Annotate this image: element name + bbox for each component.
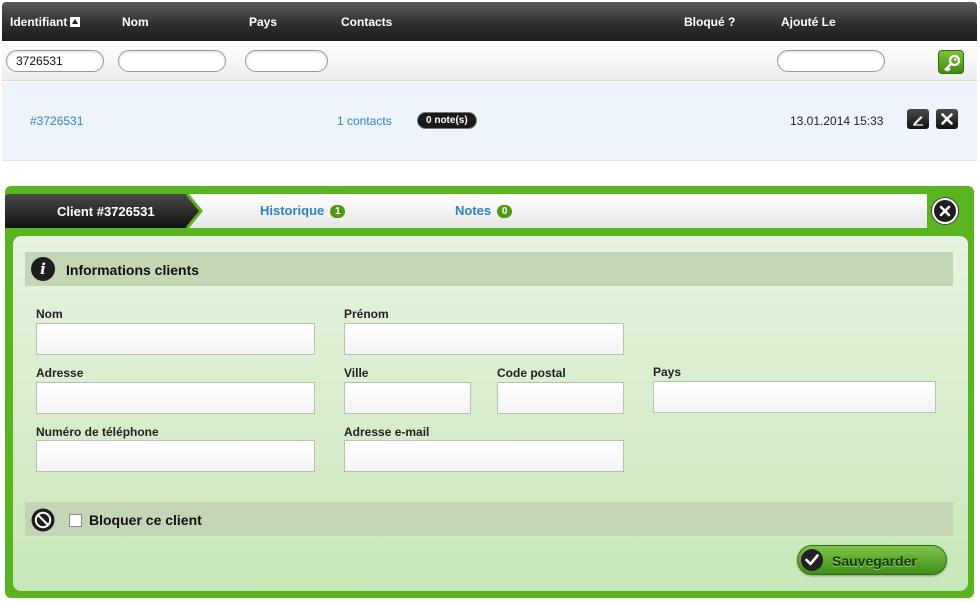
nom-field[interactable] bbox=[36, 323, 315, 355]
prenom-label: Prénom bbox=[344, 307, 389, 321]
tab-client[interactable]: Client #3726531 bbox=[5, 194, 225, 228]
telephone-label: Numéro de téléphone bbox=[36, 425, 159, 439]
email-label: Adresse e-mail bbox=[344, 425, 430, 439]
sort-asc-icon[interactable] bbox=[70, 17, 81, 27]
column-ajoute[interactable]: Ajouté Le bbox=[781, 15, 836, 29]
client-form: i Informations clients Nom Prénom Adress… bbox=[13, 236, 968, 591]
adresse-field[interactable] bbox=[36, 382, 315, 414]
tab-historique[interactable]: Historique 1 bbox=[260, 203, 346, 218]
filter-identifiant-input[interactable] bbox=[6, 50, 104, 72]
nom-label: Nom bbox=[36, 307, 63, 321]
code-postal-field[interactable] bbox=[497, 382, 624, 414]
row-date: 13.01.2014 15:33 bbox=[790, 114, 884, 128]
ville-field[interactable] bbox=[344, 382, 471, 414]
grid-header: Identifiant Nom Pays Contacts Bloqué ? A… bbox=[2, 2, 977, 41]
close-icon bbox=[939, 205, 951, 217]
ville-label: Ville bbox=[344, 366, 369, 380]
tab-notes[interactable]: Notes 0 bbox=[455, 203, 513, 218]
pencil-icon bbox=[913, 116, 923, 126]
client-panel: Client #3726531 Historique 1 Notes 0 i Inf… bbox=[5, 186, 974, 598]
historique-count-badge: 1 bbox=[330, 205, 346, 218]
telephone-field[interactable] bbox=[36, 440, 315, 472]
section-header: i Informations clients bbox=[25, 252, 953, 286]
section-title: Informations clients bbox=[66, 262, 200, 278]
tab-notes-label: Notes bbox=[455, 203, 492, 218]
row-id-link[interactable]: #3726531 bbox=[30, 114, 83, 128]
column-identifiant-label: Identifiant bbox=[10, 15, 68, 29]
tab-historique-label: Historique bbox=[260, 203, 325, 218]
column-bloque[interactable]: Bloqué ? bbox=[684, 15, 735, 29]
column-pays[interactable]: Pays bbox=[249, 15, 277, 29]
save-button[interactable]: Sauvegarder bbox=[797, 545, 947, 575]
filter-nom-input[interactable] bbox=[118, 50, 226, 72]
adresse-label: Adresse bbox=[36, 366, 84, 380]
block-icon bbox=[31, 508, 55, 532]
block-client-checkbox[interactable] bbox=[69, 514, 82, 527]
tab-client-label: Client #3726531 bbox=[57, 204, 155, 219]
info-icon: i bbox=[31, 257, 55, 281]
block-client-bar: Bloquer ce client bbox=[25, 502, 953, 536]
prenom-field[interactable] bbox=[344, 323, 624, 355]
pays-label: Pays bbox=[653, 365, 682, 379]
key-icon bbox=[944, 54, 961, 72]
search-button[interactable] bbox=[938, 50, 964, 74]
column-nom[interactable]: Nom bbox=[122, 15, 149, 29]
edit-button[interactable] bbox=[907, 109, 929, 129]
pays-field[interactable] bbox=[653, 381, 936, 413]
close-panel-button[interactable] bbox=[932, 198, 958, 224]
column-identifiant[interactable]: Identifiant bbox=[10, 15, 81, 29]
filter-pays-input[interactable] bbox=[245, 50, 328, 72]
close-icon bbox=[941, 113, 953, 125]
delete-button[interactable] bbox=[936, 109, 958, 129]
table-row[interactable]: #3726531 1 contacts 0 note(s) 13.01.2014… bbox=[2, 82, 977, 161]
notes-badge[interactable]: 0 note(s) bbox=[418, 113, 476, 128]
save-button-label: Sauvegarder bbox=[832, 553, 917, 569]
checkmark-icon bbox=[801, 549, 823, 571]
block-client-label[interactable]: Bloquer ce client bbox=[89, 512, 202, 528]
row-contacts-link[interactable]: 1 contacts bbox=[337, 114, 392, 128]
notes-count-badge: 0 bbox=[497, 205, 513, 218]
filter-ajoute-input[interactable] bbox=[777, 50, 885, 72]
code-postal-label: Code postal bbox=[497, 366, 566, 380]
column-contacts[interactable]: Contacts bbox=[341, 15, 392, 29]
filter-row bbox=[2, 41, 977, 81]
email-field[interactable] bbox=[344, 440, 624, 472]
